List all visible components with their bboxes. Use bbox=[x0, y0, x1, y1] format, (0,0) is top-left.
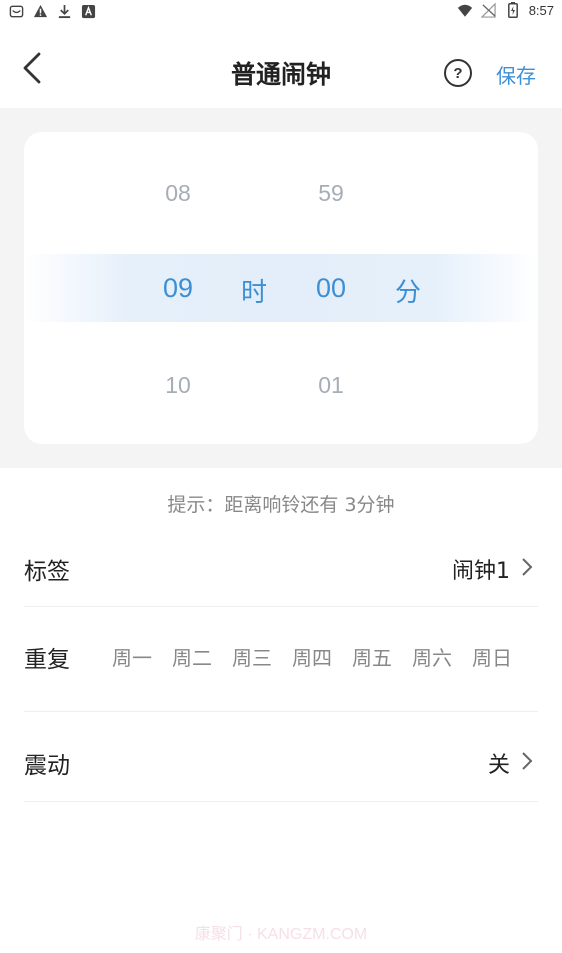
download-icon bbox=[56, 3, 72, 19]
chevron-right-icon bbox=[522, 752, 533, 770]
weekday-fri[interactable]: 周五 bbox=[342, 642, 402, 671]
minute-selected[interactable]: 00 bbox=[301, 273, 361, 304]
divider bbox=[24, 801, 538, 802]
weekday-selector: 周一 周二 周三 周四 周五 周六 周日 bbox=[102, 642, 522, 671]
picker-selection-band bbox=[24, 254, 538, 322]
minute-prev[interactable]: 59 bbox=[301, 180, 361, 207]
help-icon: ? bbox=[453, 64, 463, 82]
hour-prev[interactable]: 08 bbox=[148, 180, 208, 207]
status-time: 8:57 bbox=[528, 2, 554, 18]
label-row-value: 闹钟1 bbox=[452, 559, 510, 584]
save-button[interactable]: 保存 bbox=[496, 60, 536, 89]
help-button[interactable]: ? bbox=[444, 59, 472, 87]
label-row[interactable]: 标签 闹钟1 bbox=[24, 540, 538, 606]
alarm-edit-screen: 8:57 普通闹钟 ? 保存 08 09 10 时 59 00 01 分 提示：… bbox=[0, 0, 562, 953]
divider bbox=[24, 606, 538, 607]
weekday-mon[interactable]: 周一 bbox=[102, 642, 162, 671]
weekday-sat[interactable]: 周六 bbox=[402, 642, 462, 671]
vibrate-row-value: 关 bbox=[487, 753, 510, 778]
warning-icon bbox=[32, 3, 48, 19]
status-left-icons bbox=[8, 3, 96, 19]
status-bar: 8:57 bbox=[0, 0, 562, 24]
hour-next[interactable]: 10 bbox=[148, 372, 208, 399]
hour-unit-label: 时 bbox=[240, 278, 267, 308]
app-icon bbox=[80, 3, 96, 19]
mail-icon bbox=[8, 3, 24, 19]
time-picker-area: 08 09 10 时 59 00 01 分 bbox=[0, 108, 562, 468]
watermark: 康聚门 · KANGZM.COM bbox=[194, 926, 368, 943]
label-row-title: 标签 bbox=[24, 559, 70, 585]
no-signal-icon bbox=[481, 2, 497, 18]
ring-countdown-hint: 提示：距离响铃还有 3分钟 bbox=[167, 494, 395, 516]
divider bbox=[24, 711, 538, 712]
header: 普通闹钟 ? 保存 bbox=[0, 24, 562, 108]
weekday-sun[interactable]: 周日 bbox=[462, 642, 522, 671]
time-picker-card: 08 09 10 时 59 00 01 分 bbox=[24, 132, 538, 444]
minute-next[interactable]: 01 bbox=[301, 372, 361, 399]
vibrate-row-title: 震动 bbox=[24, 753, 70, 779]
repeat-row-title: 重复 bbox=[24, 647, 70, 673]
chevron-right-icon bbox=[522, 558, 533, 576]
wifi-icon bbox=[457, 2, 473, 18]
page-title: 普通闹钟 bbox=[230, 60, 331, 89]
battery-icon bbox=[505, 2, 521, 18]
status-right-icons: 8:57 bbox=[457, 2, 554, 18]
weekday-thu[interactable]: 周四 bbox=[282, 642, 342, 671]
vibrate-row[interactable]: 震动 关 bbox=[24, 730, 538, 800]
weekday-wed[interactable]: 周三 bbox=[222, 642, 282, 671]
weekday-tue[interactable]: 周二 bbox=[162, 642, 222, 671]
minute-unit-label: 分 bbox=[394, 278, 421, 308]
hour-selected[interactable]: 09 bbox=[148, 273, 208, 304]
